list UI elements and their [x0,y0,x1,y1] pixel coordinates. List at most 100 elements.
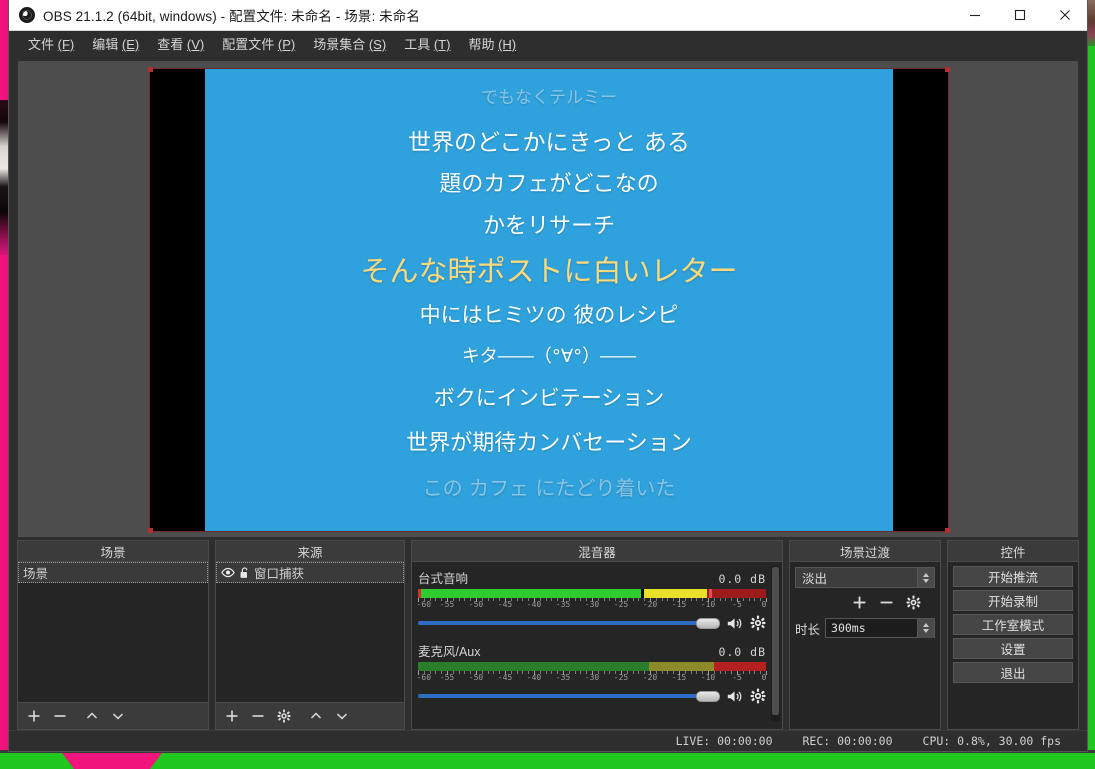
preview-lyric-line: でもなくテルミー [481,88,617,108]
move-source-down-button[interactable] [330,705,354,727]
volume-slider-handle[interactable] [696,691,720,702]
db-scale-tick [748,598,750,601]
dock-row: 场景 场景 来源 窗口捕获 混音器 台式音响 0.0 dB -60 -55 -5… [9,540,1087,730]
transition-tools [795,588,935,616]
start-recording-button[interactable]: 开始录制 [953,590,1073,611]
menu-edit[interactable]: 编辑 (E) [83,32,148,55]
selection-handle-tr[interactable] [945,67,950,72]
db-scale-label: -60 [416,600,432,609]
db-scale-tick [545,598,547,601]
mixer-channel-controls [418,613,766,633]
preview-lyric-line: 世界のどこかにきっと ある [408,130,690,156]
menu-tools[interactable]: 工具 (T) [395,32,459,55]
transition-properties-gear-icon[interactable] [901,591,925,613]
mixer-channel-desktop-audio: 台式音响 0.0 dB -60 -55 -50 -45 -40 -35 -30 -25 -20-… [412,568,782,633]
mixer-scrollbar[interactable] [771,566,780,721]
db-scale-tick [580,671,582,674]
unlock-icon[interactable] [239,566,250,579]
source-list-item[interactable]: 窗口捕获 [216,562,404,583]
db-scale-tick [458,671,460,674]
title-bar[interactable]: OBS 21.1.2 (64bit, windows) - 配置文件: 未命名 … [9,0,1087,31]
chevron-updown-icon[interactable] [917,568,934,587]
window-controls [952,0,1087,31]
mixer-channel-header: 台式音响 0.0 dB [418,568,766,587]
menu-scene-collection[interactable]: 场景集合 (S) [304,32,395,55]
mute-speaker-icon[interactable] [726,689,744,704]
settings-button[interactable]: 设置 [953,638,1073,659]
eye-icon[interactable] [221,567,235,578]
db-scale-tick [551,671,553,674]
duration-input[interactable]: 300ms [825,618,935,638]
add-transition-button[interactable] [847,591,871,613]
mute-speaker-icon[interactable] [726,616,744,631]
db-scale-tick [522,671,524,674]
remove-source-button[interactable] [246,705,270,727]
video-source-region[interactable]: でもなくテルミー 世界のどこかにきっと ある 題のカフェがどこなの かをリサーチ そんな… [205,69,893,531]
db-scale-label: -25 [613,673,629,682]
status-live: LIVE: 00:00:00 [675,734,773,748]
preview-lyric-line: この カフェ にたどり着いた [422,476,676,500]
mixer-scrollbar-thumb[interactable] [772,567,779,715]
transition-select[interactable]: 淡出 [795,567,935,588]
db-scale-tick [696,598,698,601]
canvas-letterbox[interactable]: でもなくテルミー 世界のどこかにきっと ある 題のカフェがどこなの かをリサーチ そんな… [148,67,950,533]
mixer-channel-header: 麦克风/Aux 0.0 dB [418,641,766,660]
mixer-db-scale: -60 -55 -50 -45 -40 -35 -30 -25 -20 -15 -10 -5 0 [417,671,767,683]
remove-scene-button[interactable] [48,705,72,727]
scenes-list[interactable]: 场景 [18,562,208,702]
volume-slider[interactable] [418,615,720,631]
sources-dock-body: 窗口捕获 [215,561,405,730]
mixer-channel-gear-icon[interactable] [750,688,766,704]
meter-peak-hold [708,589,712,598]
selection-handle-bl[interactable] [148,528,153,533]
menu-file[interactable]: 文件 (F) [19,32,83,55]
selection-handle-tl[interactable] [148,67,153,72]
add-source-button[interactable] [220,705,244,727]
scene-list-item[interactable]: 场景 [18,562,208,583]
menu-view-accel: (V) [186,37,205,52]
move-scene-up-button[interactable] [80,705,104,727]
db-scale-tick [493,598,495,601]
controls-dock-body: 开始推流 开始录制 工作室模式 设置 退出 [947,561,1079,730]
add-scene-button[interactable] [22,705,46,727]
menu-profile-label: 配置文件 [222,37,275,52]
volume-slider[interactable] [418,688,720,704]
window-title: OBS 21.1.2 (64bit, windows) - 配置文件: 未命名 … [43,9,420,24]
preview-canvas[interactable]: でもなくテルミー 世界のどこかにきっと ある 題のカフェがどこなの かをリサーチ そんな… [18,61,1078,537]
menu-profile[interactable]: 配置文件 (P) [213,32,304,55]
mixer-channel-name: 台式音响 [418,572,469,586]
db-scale-tick [609,598,611,601]
sources-list[interactable]: 窗口捕获 [216,562,404,702]
mixer-channel-gear-icon[interactable] [750,615,766,631]
db-scale-label: 0 [761,600,767,609]
close-icon[interactable] [1042,0,1087,31]
status-bar: LIVE: 00:00:00 REC: 00:00:00 CPU: 0.8%, … [9,730,1087,751]
transitions-dock: 场景过渡 淡出 时长 300ms [789,540,941,730]
move-source-up-button[interactable] [304,705,328,727]
sources-toolbar [216,702,404,729]
mixer-channel-name: 麦克风/Aux [418,645,481,659]
source-properties-gear-icon[interactable] [272,705,296,727]
db-scale-tick [754,671,756,674]
remove-transition-button[interactable] [874,591,898,613]
preview-lyric-line: 題のカフェがどこなの [439,172,659,197]
preview-lyric-line: 中にはヒミツの 彼のレシピ [419,303,679,327]
db-scale-tick [632,598,634,601]
move-scene-down-button[interactable] [106,705,130,727]
duration-stepper-icon[interactable] [917,618,934,638]
exit-button[interactable]: 退出 [953,662,1073,683]
db-scale-tick [667,671,669,674]
db-scale-label: 0 [761,673,767,682]
minimize-icon[interactable] [952,0,997,31]
duration-label: 时长 [795,622,821,637]
menu-help[interactable]: 帮助 (H) [459,32,525,55]
studio-mode-button[interactable]: 工作室模式 [953,614,1073,635]
volume-slider-handle[interactable] [696,618,720,629]
meter-peak-indicator [640,589,644,598]
selection-handle-br[interactable] [945,528,950,533]
menu-view[interactable]: 查看 (V) [148,32,213,55]
db-scale-tick [435,598,437,601]
start-streaming-button[interactable]: 开始推流 [953,566,1073,587]
db-scale-tick [632,671,634,674]
maximize-icon[interactable] [997,0,1042,31]
